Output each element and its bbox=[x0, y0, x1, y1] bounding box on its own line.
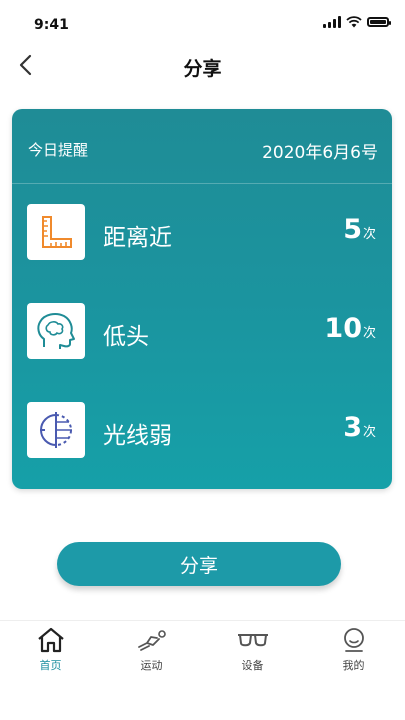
battery-icon bbox=[367, 17, 391, 27]
tab-label: 运动 bbox=[140, 659, 163, 672]
tab-device[interactable]: 设备 bbox=[202, 621, 303, 681]
glasses-icon bbox=[237, 627, 269, 653]
run-icon bbox=[136, 627, 168, 653]
reminder-row-distance: 距离近 5次 bbox=[12, 204, 392, 264]
tab-label: 设备 bbox=[241, 659, 264, 672]
tab-mine[interactable]: 我的 bbox=[303, 621, 404, 681]
page-title: 分享 bbox=[183, 58, 222, 80]
tab-bar: 首页 运动 设备 我的 bbox=[0, 620, 405, 681]
card-label: 今日提醒 bbox=[28, 141, 89, 159]
reminder-count: 5次 bbox=[343, 214, 376, 245]
reminder-row-weak-light: 光线弱 3次 bbox=[12, 402, 392, 462]
tab-label: 首页 bbox=[39, 659, 62, 672]
reminder-row-head-down: 低头 10次 bbox=[12, 303, 392, 363]
tab-exercise[interactable]: 运动 bbox=[101, 621, 202, 681]
reminder-name: 光线弱 bbox=[103, 423, 172, 449]
share-button[interactable]: 分享 bbox=[57, 542, 341, 586]
reminder-name: 距离近 bbox=[103, 225, 172, 251]
user-icon bbox=[338, 627, 370, 653]
head-icon bbox=[27, 303, 85, 359]
light-icon bbox=[27, 402, 85, 458]
home-icon bbox=[35, 627, 67, 653]
signal-icon bbox=[323, 16, 341, 28]
card-header: 今日提醒 2020年6月6号 bbox=[12, 109, 392, 184]
tab-label: 我的 bbox=[342, 659, 365, 672]
wifi-icon bbox=[346, 16, 362, 28]
nav-bar: 分享 bbox=[0, 44, 405, 88]
status-icons bbox=[323, 16, 391, 28]
reminder-card: 今日提醒 2020年6月6号 距离近 5次 低头 10次 光线弱 3次 bbox=[12, 109, 392, 489]
ruler-icon bbox=[27, 204, 85, 260]
reminder-count: 3次 bbox=[343, 412, 376, 443]
tab-home[interactable]: 首页 bbox=[0, 621, 101, 681]
reminder-count: 10次 bbox=[324, 313, 376, 344]
card-date: 2020年6月6号 bbox=[262, 143, 378, 163]
status-bar: 9:41 bbox=[0, 0, 405, 44]
reminder-name: 低头 bbox=[103, 324, 149, 350]
status-time: 9:41 bbox=[34, 17, 69, 33]
